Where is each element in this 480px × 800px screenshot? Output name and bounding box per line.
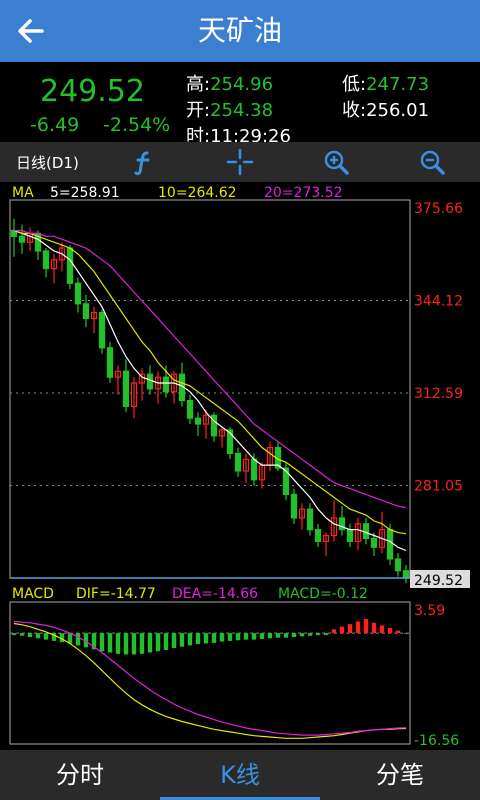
tab-fenshi[interactable]: 分时 — [0, 750, 160, 800]
candle-body — [18, 235, 26, 243]
ma10-label: 10=264.62 — [158, 185, 237, 201]
open-value: 254.38 — [210, 100, 274, 121]
dea-line — [13, 620, 407, 736]
high-value: 254.96 — [210, 74, 274, 95]
candle-body — [314, 529, 322, 542]
candle-body — [194, 417, 202, 425]
macd-label: MACD — [12, 586, 54, 602]
candle-body — [290, 493, 298, 519]
tab-fenbi[interactable]: 分笔 — [320, 750, 480, 800]
quote-panel: 249.52 -6.49 -2.54% 高:254.96 开:254.38 时:… — [0, 62, 480, 147]
title-bar: 天矿油 — [0, 0, 480, 62]
candle-body — [386, 529, 394, 560]
low-value: 247.73 — [366, 74, 430, 95]
open-row: 开:254.38 — [186, 96, 273, 122]
candle-body — [370, 537, 378, 548]
current-price: 249.52 — [40, 74, 145, 109]
candle-body — [346, 529, 354, 542]
period-selector[interactable]: 日线(D1) — [16, 152, 79, 173]
y-tick-label: 281.05 — [414, 479, 463, 495]
candle-body — [306, 508, 314, 531]
macd-value-label: MACD=-0.12 — [278, 586, 368, 602]
candle-body — [250, 458, 258, 481]
price-change: -6.49 — [30, 114, 80, 136]
open-label: 开: — [186, 100, 211, 121]
high-row: 高:254.96 — [186, 70, 273, 96]
candle-body — [98, 311, 106, 349]
high-label: 高: — [186, 74, 211, 95]
dif-label: DIF=-14.77 — [76, 586, 156, 602]
candle-body — [362, 523, 370, 540]
y-tick-label: 344.12 — [414, 294, 463, 310]
y-tick-label: 375.66 — [414, 201, 463, 217]
candle-body — [122, 370, 130, 408]
close-row: 收:256.01 — [342, 96, 429, 122]
kline-chart[interactable]: MA 5=258.91 10=264.62 20=273.52 375.66 34… — [0, 182, 480, 750]
candle-body — [394, 558, 402, 572]
price-change-percent: -2.54% — [103, 114, 171, 136]
macd-y-tick-label: 3.59 — [414, 603, 445, 619]
candle-body — [282, 467, 290, 496]
candle-body — [234, 452, 242, 472]
dea-label: DEA=-14.66 — [172, 586, 258, 602]
candle-body — [82, 303, 90, 320]
chart-toolbar: 日线(D1) — [0, 142, 480, 182]
candle-body — [162, 376, 170, 393]
low-row: 低:247.73 — [342, 70, 429, 96]
page-title: 天矿油 — [197, 14, 282, 47]
y-tick-label: 312.59 — [414, 386, 463, 402]
zoom-out-icon[interactable] — [418, 148, 446, 176]
tab-kline[interactable]: K线 — [160, 750, 320, 800]
candle-body — [146, 373, 154, 390]
candle-body — [106, 347, 114, 378]
ma5-label: 5=258.91 — [50, 185, 120, 201]
zoom-in-icon[interactable] — [322, 148, 350, 176]
formula-icon[interactable] — [130, 148, 158, 176]
candle-body — [66, 247, 74, 284]
candle-body — [402, 570, 410, 579]
ma20-label: 20=273.52 — [264, 185, 343, 201]
dif-line — [13, 622, 407, 739]
candle-body — [42, 250, 50, 270]
close-value: 256.01 — [366, 100, 430, 121]
ma-indicator-label: MA — [12, 185, 34, 201]
candle-body — [186, 399, 194, 419]
macd-y-tick-label: -16.56 — [414, 733, 459, 749]
macd-panel-frame — [9, 601, 411, 745]
bottom-tabs: 分时 K线 分笔 — [0, 750, 480, 800]
candle-body — [74, 282, 82, 305]
close-label: 收: — [342, 100, 367, 121]
low-label: 低: — [342, 74, 367, 95]
last-price-tag: 249.52 — [414, 573, 463, 589]
crosshair-icon[interactable] — [226, 148, 254, 176]
